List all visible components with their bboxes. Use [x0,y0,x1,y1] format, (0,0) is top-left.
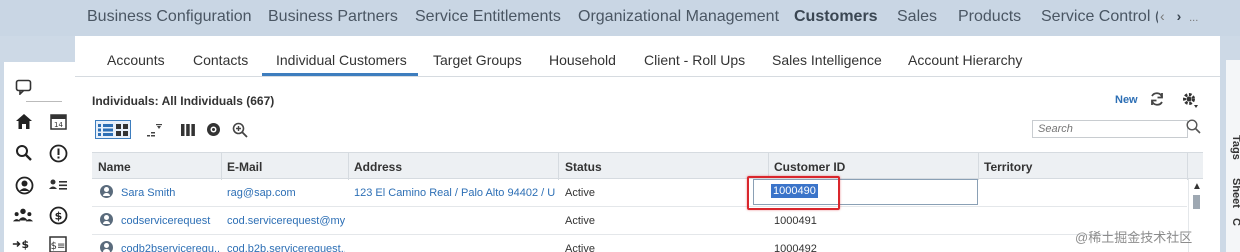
left-divider [26,101,62,102]
cell-name[interactable]: codb2bservicerequ... [121,243,219,252]
table-row[interactable]: codb2bservicerequ... cod.b2b.servicerequ… [92,235,1187,252]
tab-contacts[interactable]: Contacts [193,52,248,68]
tab-target-groups[interactable]: Target Groups [433,52,522,68]
tab-client-roll-ups[interactable]: Client - Roll Ups [644,52,745,68]
cell-customer-id[interactable]: 1000491 [774,215,817,227]
cell-status: Active [565,187,595,199]
nav-service-entitlements[interactable]: Service Entitlements [415,8,561,26]
filter-settings-icon[interactable] [204,121,222,138]
table-row[interactable]: Sara Smith rag@sap.com 123 El Camino Rea… [92,179,1187,207]
zoom-icon[interactable] [231,121,249,138]
svg-text:$: $ [22,238,30,251]
svg-text:14: 14 [54,121,63,129]
watermark: @稀土掘金技术社区 [1075,230,1193,245]
contact-list-icon[interactable] [48,175,68,195]
main-panel: Accounts Contacts Individual Customers T… [75,36,1220,252]
group-icon[interactable] [13,205,33,225]
highlight-annotation [747,176,840,210]
column-header-customer-id[interactable]: Customer ID [774,160,845,174]
cell-status: Active [565,215,595,227]
nav-service-control[interactable]: Service Control ( [1041,8,1158,26]
nav-more-label[interactable]: ... [1189,12,1198,24]
user-circle-icon[interactable] [14,175,34,195]
cell-name[interactable]: Sara Smith [121,187,219,199]
home-icon[interactable] [14,111,34,131]
cell-status: Active [565,243,595,252]
cell-email[interactable]: cod.servicerequest@my... [227,215,345,227]
search-input[interactable] [1032,120,1188,138]
column-separator[interactable] [348,153,349,180]
nav-scroll-controls: ‹ › ... [1160,8,1198,24]
cell-name[interactable]: codservicerequest [121,215,219,227]
transfer-dollar-icon[interactable]: $ [12,234,32,252]
active-tab-indicator [262,73,418,76]
nav-business-configuration[interactable]: Business Configuration [87,8,252,26]
person-icon [100,185,113,198]
column-header-name[interactable]: Name [98,160,131,174]
person-icon [100,241,113,252]
svg-text:$≡: $≡ [51,241,66,252]
nav-business-partners[interactable]: Business Partners [268,8,398,26]
table-header: Name E-Mail Address Status Customer ID T… [92,152,1203,180]
nav-products[interactable]: Products [958,8,1021,26]
refresh-icon[interactable] [1148,90,1166,108]
nav-sales[interactable]: Sales [897,8,937,26]
columns-icon[interactable] [179,121,197,138]
help-center-tab[interactable]: Help C [1230,218,1240,252]
chevron-right-icon[interactable]: › [1177,8,1182,24]
column-separator[interactable] [1187,153,1188,180]
column-header-territory[interactable]: Territory [984,160,1032,174]
dollar-circle-icon[interactable]: $ [48,205,68,225]
table-row[interactable]: codservicerequest cod.servicerequest@my.… [92,207,1187,235]
scroll-up-icon[interactable]: ▲ [1192,181,1202,192]
sheet-tab[interactable]: Sheet [1230,178,1240,208]
column-header-email[interactable]: E-Mail [227,160,262,174]
subtab-divider [75,76,1220,77]
person-icon [100,213,113,226]
sort-icon[interactable] [145,121,163,138]
calendar-icon[interactable]: 14 [48,111,68,131]
list-view-toggle[interactable] [95,120,131,139]
new-button[interactable]: New [1115,94,1138,106]
search-button-icon[interactable] [1186,119,1201,137]
cell-email[interactable]: rag@sap.com [227,187,345,199]
feed-icon[interactable] [13,77,33,97]
tab-household[interactable]: Household [549,52,616,68]
svg-text:$: $ [54,209,62,222]
cell-email[interactable]: cod.b2b.servicerequest... [227,243,345,252]
nav-customers[interactable]: Customers [794,8,878,26]
column-separator[interactable] [558,153,559,180]
column-header-status[interactable]: Status [565,160,602,174]
tab-account-hierarchy[interactable]: Account Hierarchy [908,52,1022,68]
tab-accounts[interactable]: Accounts [107,52,165,68]
cell-address[interactable]: 123 El Camino Real / Palo Alto 94402 / U… [354,187,555,199]
column-header-address[interactable]: Address [354,160,402,174]
tab-individual-customers[interactable]: Individual Customers [276,52,407,68]
top-navigation: Business Configuration Business Partners… [0,0,1240,36]
nav-organizational-management[interactable]: Organizational Management [578,8,779,26]
search-icon[interactable] [14,143,34,163]
alert-icon[interactable] [48,143,68,163]
chevron-left-icon[interactable]: ‹ [1160,8,1165,24]
tags-tab[interactable]: Tags [1230,135,1240,160]
settings-icon[interactable] [1180,91,1200,109]
column-separator[interactable] [978,153,979,180]
list-title: Individuals: All Individuals (667) [92,94,275,108]
column-separator[interactable] [221,153,222,180]
cell-customer-id[interactable]: 1000492 [774,243,817,252]
dollar-document-icon[interactable]: $≡ [48,234,68,252]
scroll-thumb[interactable] [1193,195,1200,209]
tab-sales-intelligence[interactable]: Sales Intelligence [772,52,882,68]
